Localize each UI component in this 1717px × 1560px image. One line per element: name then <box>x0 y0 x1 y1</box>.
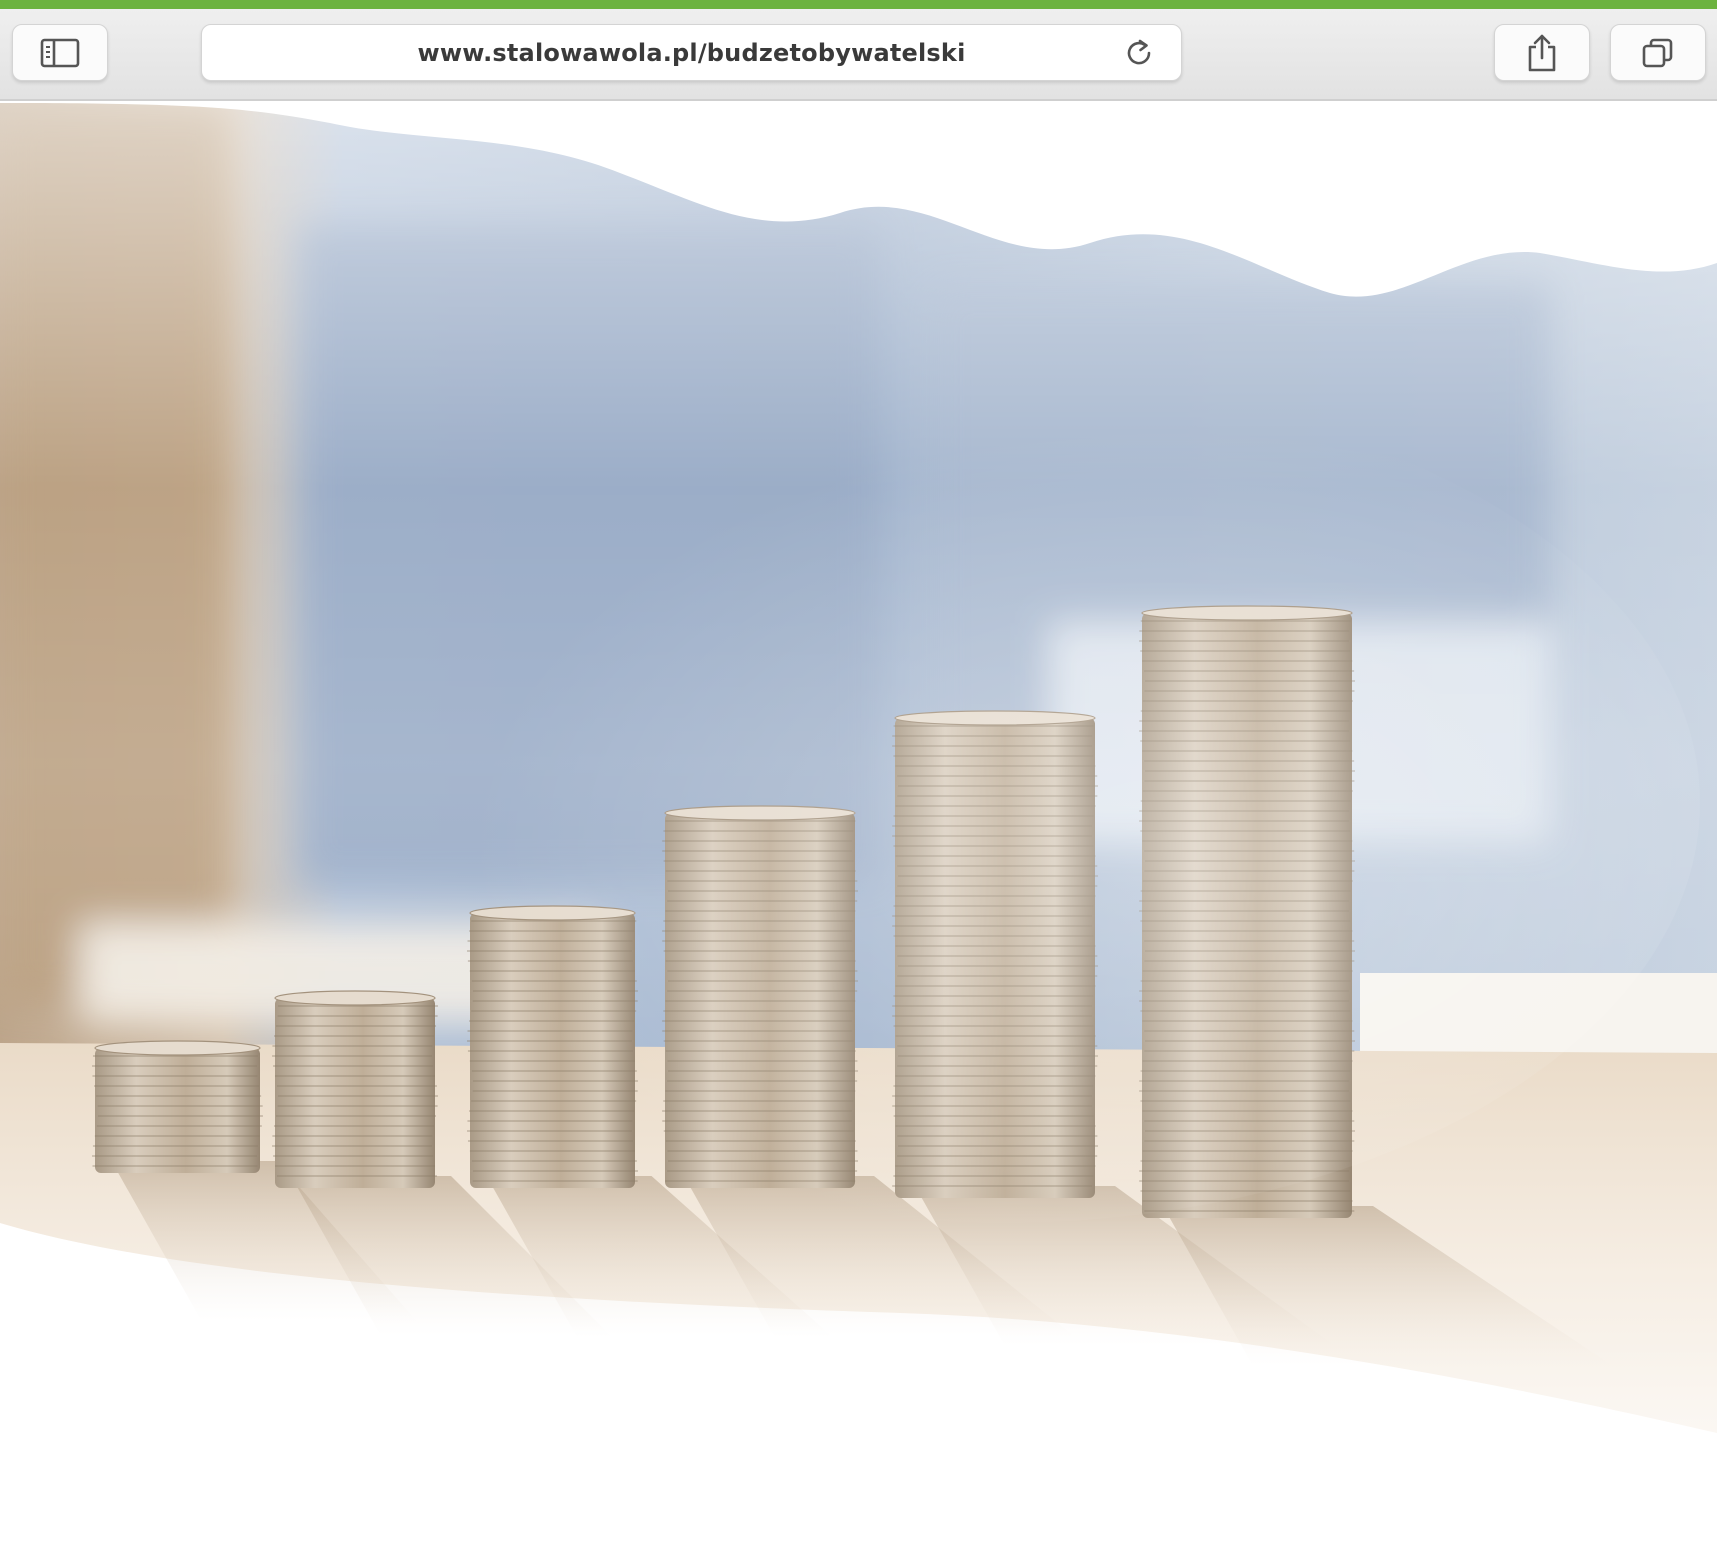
tabs-button[interactable] <box>1610 24 1706 81</box>
sidebar-icon <box>40 38 80 67</box>
url-text[interactable]: www.stalowawola.pl/budzetobywatelski <box>202 39 1181 67</box>
reload-icon <box>1127 39 1151 65</box>
address-bar[interactable]: www.stalowawola.pl/budzetobywatelski <box>201 24 1182 81</box>
coin-stacks-photo <box>0 103 1717 1560</box>
share-button[interactable] <box>1494 24 1590 81</box>
hero-image <box>0 103 1717 1560</box>
browser-toolbar: www.stalowawola.pl/budzetobywatelski <box>0 9 1717 101</box>
browser-window: www.stalowawola.pl/budzetobywatelski <box>0 0 1717 1560</box>
tabs-icon <box>1642 38 1673 67</box>
reload-button[interactable] <box>1123 37 1155 69</box>
sidebar-button[interactable] <box>12 24 108 81</box>
share-icon <box>1528 34 1556 71</box>
accent-bar <box>0 0 1717 9</box>
